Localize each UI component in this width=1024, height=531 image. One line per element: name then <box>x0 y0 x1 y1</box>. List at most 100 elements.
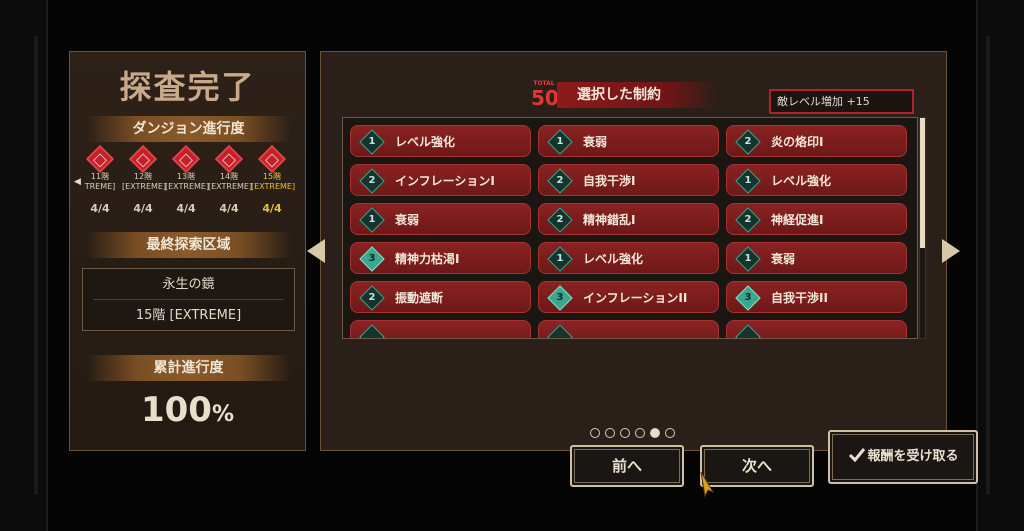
constraint-level-icon: 3 <box>547 285 573 311</box>
constraint-level: 2 <box>556 214 564 225</box>
constraint-level-icon: 2 <box>735 129 761 155</box>
constraint-grid-viewport[interactable]: 1 レベル強化 1 衰弱 2 炎の烙印I 2 インフレーションI 2 自我干渉I 1 レベル強化 1 衰弱… <box>342 117 918 339</box>
constraint-item-partial[interactable] <box>350 320 531 338</box>
constraint-label: 自我干渉II <box>771 291 828 305</box>
next-button-label: 次へ <box>741 457 772 475</box>
constraint-item[interactable]: 1 レベル強化 <box>726 164 907 196</box>
area-name: 永生の鏡 <box>93 269 284 300</box>
page-right-arrow-icon[interactable] <box>942 239 960 263</box>
constraint-item[interactable]: 1 レベル強化 <box>538 242 719 274</box>
floor-item: 11階 TREME] 4/4 <box>79 144 121 215</box>
floor-item: 13階 [EXTREME] 4/4 <box>165 144 210 215</box>
floor-difficulty: [EXTREME] <box>165 182 210 191</box>
floor-number: 15階 <box>262 172 282 181</box>
panel-title: 探査完了 <box>119 68 256 106</box>
constraint-level-icon <box>359 324 385 338</box>
constraint-level-icon: 1 <box>735 246 761 272</box>
constraint-label: 衰弱 <box>395 213 420 227</box>
constraint-item[interactable]: 2 インフレーションI <box>350 164 531 196</box>
constraint-level-icon: 3 <box>359 246 385 272</box>
next-button[interactable]: 次へ <box>700 445 814 487</box>
total-progress-value: 100% <box>70 390 305 430</box>
constraint-level-icon: 1 <box>359 129 385 155</box>
constraint-item[interactable]: 2 炎の烙印I <box>726 125 907 157</box>
constraint-level-icon: 3 <box>735 285 761 311</box>
floor-difficulty: [EXTREME] <box>122 182 167 191</box>
page-dot[interactable] <box>650 428 660 438</box>
constraint-level: 1 <box>556 136 564 147</box>
constraint-item[interactable]: 1 衰弱 <box>726 242 907 274</box>
constraint-label: レベル強化 <box>395 135 456 149</box>
constraint-label: 神経促進I <box>771 213 824 227</box>
constraint-item[interactable]: 1 レベル強化 <box>350 125 531 157</box>
floor-difficulty: [EXTREME] <box>208 182 253 191</box>
enemy-level-bonus: 敵レベル増加 +15 <box>769 89 914 114</box>
page-dot[interactable] <box>605 428 615 438</box>
constraint-label: 衰弱 <box>771 252 796 266</box>
constraint-level: 2 <box>368 292 376 303</box>
last-area-box: 永生の鏡 15階 [EXTREME] <box>82 268 295 331</box>
constraint-item[interactable]: 3 インフレーションII <box>538 281 719 313</box>
floor-seal-icon <box>214 144 244 174</box>
floor-seal-icon <box>171 144 201 174</box>
constraint-scrollbar[interactable] <box>919 117 926 339</box>
constraint-item[interactable]: 3 自我干渉II <box>726 281 907 313</box>
floor-score: 4/4 <box>176 202 196 215</box>
constraint-level-icon: 2 <box>547 168 573 194</box>
floor-score: 4/4 <box>262 202 282 215</box>
page-indicator <box>590 428 675 438</box>
claim-reward-label: 報酬を受け取る <box>867 449 959 464</box>
constraint-level-icon: 1 <box>547 246 573 272</box>
page-left-arrow-icon[interactable] <box>307 239 325 263</box>
constraint-level: 1 <box>556 253 564 264</box>
floor-score: 4/4 <box>90 202 110 215</box>
exploration-summary-panel: 探査完了 ダンジョン進行度 ◀ 11階 TREME] 4/4 12階 [EXTREME]… <box>69 51 306 451</box>
constraint-label: 炎の烙印I <box>771 135 824 149</box>
constraint-level-icon: 2 <box>359 168 385 194</box>
floor-number: 12階 <box>133 172 153 181</box>
last-area-heading: 最終探索区域 <box>86 232 291 258</box>
constraint-level-icon: 1 <box>735 168 761 194</box>
floor-seal-icon <box>257 144 287 174</box>
constraint-level-icon: 2 <box>547 207 573 233</box>
constraint-level-icon: 2 <box>359 285 385 311</box>
constraint-level: 2 <box>744 136 752 147</box>
constraint-item[interactable]: 2 振動遮断 <box>350 281 531 313</box>
total-progress-heading: 累計進行度 <box>86 355 291 381</box>
constraint-label: 精神錯乱I <box>583 213 636 227</box>
constraint-item[interactable]: 2 自我干渉I <box>538 164 719 196</box>
floor-score: 4/4 <box>133 202 153 215</box>
constraint-level: 2 <box>368 175 376 186</box>
constraint-level-icon <box>735 324 761 338</box>
floor-seal-icon <box>85 144 115 174</box>
page-dot[interactable] <box>590 428 600 438</box>
constraint-item[interactable]: 1 衰弱 <box>350 203 531 235</box>
page-dot[interactable] <box>635 428 645 438</box>
floor-number: 11階 <box>90 172 110 181</box>
constraint-level-icon <box>547 324 573 338</box>
pointer-cursor-icon <box>700 471 715 498</box>
constraint-level: 1 <box>744 253 752 264</box>
constraint-item[interactable]: 2 神経促進I <box>726 203 907 235</box>
constraint-item[interactable]: 1 衰弱 <box>538 125 719 157</box>
constraint-item-partial[interactable] <box>726 320 907 338</box>
constraint-level-icon: 1 <box>359 207 385 233</box>
constraint-level: 3 <box>368 253 376 264</box>
dungeon-progress-heading: ダンジョン進行度 <box>86 116 291 142</box>
page-dot[interactable] <box>620 428 630 438</box>
constraint-item[interactable]: 3 精神力枯渇I <box>350 242 531 274</box>
floor-number: 13階 <box>176 172 196 181</box>
total-progress-unit: % <box>211 402 235 427</box>
floor-item: 12階 [EXTREME] 4/4 <box>122 144 167 215</box>
page-dot[interactable] <box>665 428 675 438</box>
scrollbar-thumb[interactable] <box>920 118 925 248</box>
constraint-item[interactable]: 2 精神錯乱I <box>538 203 719 235</box>
constraint-item-partial[interactable] <box>538 320 719 338</box>
constraint-label: 自我干渉I <box>583 174 636 188</box>
area-floor: 15階 [EXTREME] <box>135 308 242 323</box>
constraint-label: 振動遮断 <box>395 291 444 305</box>
prev-button[interactable]: 前へ <box>570 445 684 487</box>
right-frame <box>976 0 1024 531</box>
constraint-label: レベル強化 <box>771 174 832 188</box>
claim-reward-button[interactable]: 報酬を受け取る <box>828 430 978 484</box>
